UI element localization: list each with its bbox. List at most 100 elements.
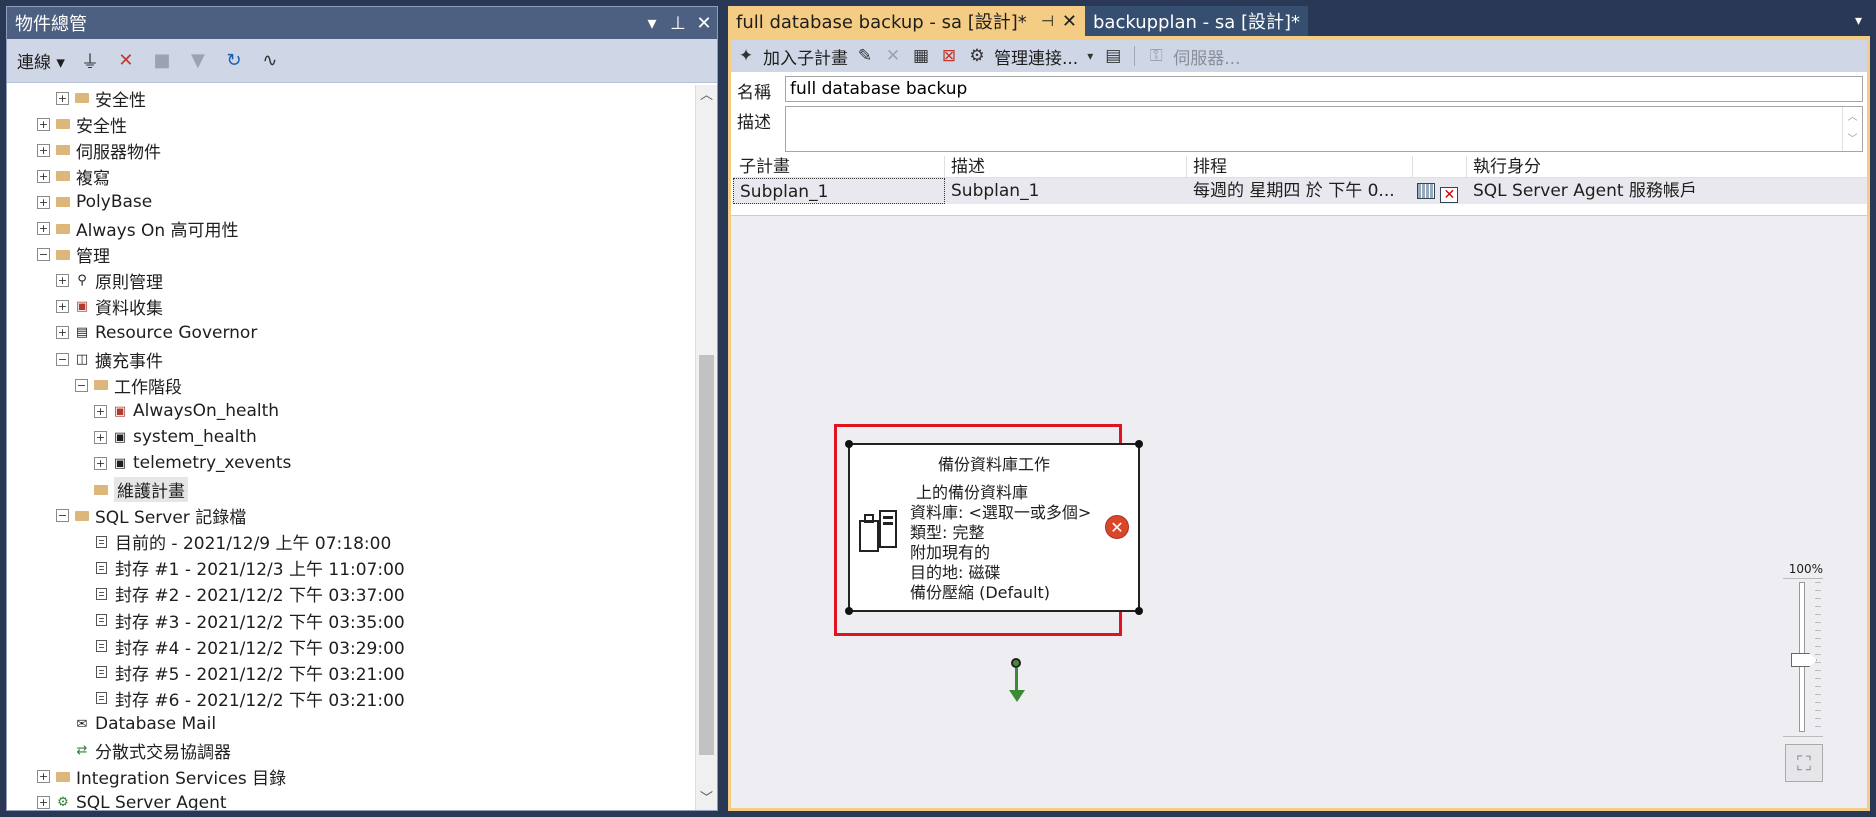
subplan-schedule-cell[interactable]: 每週的 星期四 於 下午 0... xyxy=(1187,178,1413,204)
expand-icon[interactable]: + xyxy=(37,770,50,784)
tree-item[interactable]: + ▣ 資料收集 xyxy=(56,294,163,320)
servers-button[interactable]: 伺服器... xyxy=(1173,44,1240,69)
expand-icon[interactable]: + xyxy=(37,117,50,131)
table-row[interactable]: Subplan_1 Subplan_1 每週的 星期四 於 下午 0... ✕ … xyxy=(733,178,1867,204)
zoom-to-fit-button[interactable]: ⛶ xyxy=(1785,744,1823,782)
connect-button[interactable]: 連線 ▾ xyxy=(17,48,65,73)
tree-item[interactable]: ✉ Database Mail xyxy=(56,711,217,737)
remove-schedule-icon[interactable]: ⊠ xyxy=(938,46,960,66)
tree-item[interactable]: + 安全性 xyxy=(56,85,146,111)
tree-item[interactable]: + ▣ telemetry_xevents xyxy=(94,450,291,476)
expand-icon[interactable]: + xyxy=(37,222,50,235)
tab-full-database-backup[interactable]: full database backup - sa [設計]* ⊣ ✕ xyxy=(728,6,1085,36)
subplan-schedule-icon[interactable]: ▦ xyxy=(910,46,932,66)
tree-item[interactable]: 封存 #2 - 2021/12/2 下午 03:37:00 xyxy=(75,581,405,607)
resize-handle[interactable] xyxy=(845,607,853,615)
filter-icon[interactable]: ▼ xyxy=(187,50,209,71)
collapse-icon[interactable]: − xyxy=(56,509,69,523)
resize-handle[interactable] xyxy=(1135,607,1143,615)
plan-name-input[interactable] xyxy=(785,76,1863,102)
subplan-description-cell[interactable]: Subplan_1 xyxy=(945,178,1187,204)
expand-icon[interactable]: + xyxy=(94,456,107,470)
tree-item[interactable]: + ▣ system_health xyxy=(94,424,257,450)
subplan-properties-icon[interactable]: ✎ xyxy=(854,46,876,66)
expand-icon[interactable]: + xyxy=(56,326,69,340)
subplan-run-as-cell[interactable]: SQL Server Agent 服務帳戶 xyxy=(1467,178,1797,204)
stop-icon[interactable]: ■ xyxy=(151,50,173,71)
tree-item[interactable]: − 管理 xyxy=(37,242,110,268)
expand-icon[interactable]: + xyxy=(37,169,50,183)
reporting-logging-icon[interactable]: ▤ xyxy=(1102,46,1124,66)
disconnect-plug-icon[interactable]: ✕ xyxy=(115,50,137,71)
backup-database-task[interactable]: 備份資料庫工作 上的備份資料庫 資料庫: <選取一或多個> 類型: 完整 附加現… xyxy=(845,440,1143,615)
calendar-icon[interactable] xyxy=(1417,183,1435,199)
tab-overflow-dropdown-icon[interactable]: ▾ xyxy=(1855,13,1870,29)
tree-item[interactable]: + PolyBase xyxy=(37,189,152,215)
auto-hide-pin-icon[interactable]: ⊥ xyxy=(665,13,691,34)
resize-handle[interactable] xyxy=(845,440,853,448)
tree-item[interactable]: + ▤ Resource Governor xyxy=(56,320,257,346)
close-icon[interactable]: ✕ xyxy=(691,13,717,34)
scroll-thumb[interactable] xyxy=(699,355,714,755)
connect-plug-icon[interactable]: ⏚ xyxy=(79,48,101,74)
delete-subplan-icon[interactable]: ✕ xyxy=(882,46,904,66)
precedence-connector-handle[interactable] xyxy=(1011,658,1021,668)
activity-monitor-icon[interactable]: ∿ xyxy=(259,50,281,71)
tree-item[interactable]: + ⚲ 原則管理 xyxy=(56,268,163,294)
tree-item[interactable]: + 安全性 xyxy=(37,111,127,137)
manage-connections-icon[interactable]: ⚙ xyxy=(966,46,988,66)
tree-item[interactable]: 封存 #4 - 2021/12/2 下午 03:29:00 xyxy=(75,633,405,659)
add-subplan-button[interactable]: 加入子計畫 xyxy=(763,44,848,69)
tree-item[interactable]: − 工作階段 xyxy=(75,372,182,398)
design-surface[interactable]: 備份資料庫工作 上的備份資料庫 資料庫: <選取一或多個> 類型: 完整 附加現… xyxy=(731,266,1867,808)
tree-item[interactable]: 維護計畫 xyxy=(75,477,188,503)
tree-item[interactable]: + ⚙ SQL Server Agent xyxy=(37,790,227,810)
column-header-description[interactable]: 描述 xyxy=(945,156,1187,177)
tree-item[interactable]: 目前的 - 2021/12/9 上午 07:18:00 xyxy=(75,529,391,555)
collapse-icon[interactable]: − xyxy=(56,352,69,366)
tree-item[interactable]: 封存 #1 - 2021/12/3 上午 11:07:00 xyxy=(75,555,405,581)
close-tab-icon[interactable]: ✕ xyxy=(1062,11,1077,32)
object-explorer-scrollbar[interactable]: ︿ ﹀ xyxy=(695,85,717,810)
manage-connections-dropdown-icon[interactable]: ▾ xyxy=(1084,49,1096,63)
expand-icon[interactable]: + xyxy=(56,274,69,288)
scroll-up-icon[interactable]: ︿ xyxy=(696,85,717,107)
subplan-cell[interactable]: Subplan_1 xyxy=(733,178,945,204)
collapse-icon[interactable]: − xyxy=(37,248,50,262)
expand-icon[interactable]: + xyxy=(56,300,69,314)
plan-description-input[interactable]: ︿ ﹀ xyxy=(785,106,1863,152)
tree-item[interactable]: ⇄ 分散式交易協調器 xyxy=(56,738,231,764)
zoom-slider-thumb[interactable] xyxy=(1791,653,1817,667)
tree-item[interactable]: − ◫ 擴充事件 xyxy=(56,346,163,372)
expand-icon[interactable]: + xyxy=(37,195,50,209)
tree-item[interactable]: 封存 #3 - 2021/12/2 下午 03:35:00 xyxy=(75,607,405,633)
expand-icon[interactable]: + xyxy=(94,430,107,444)
expand-icon[interactable]: + xyxy=(37,143,50,157)
column-header-subplan[interactable]: 子計畫 xyxy=(733,156,945,177)
remove-schedule-icon[interactable]: ✕ xyxy=(1440,187,1459,203)
tree-item[interactable]: + ▣ AlwaysOn_health xyxy=(94,398,279,424)
manage-connections-button[interactable]: 管理連接... xyxy=(994,44,1078,69)
refresh-icon[interactable]: ↻ xyxy=(223,50,245,71)
tree-item[interactable]: 封存 #5 - 2021/12/2 下午 03:21:00 xyxy=(75,659,405,685)
expand-icon[interactable]: + xyxy=(94,404,107,418)
window-position-dropdown-icon[interactable]: ▾ xyxy=(639,13,665,34)
servers-icon[interactable]: ⚿ xyxy=(1145,46,1167,66)
tree-item[interactable]: + Always On 高可用性 xyxy=(37,216,239,242)
add-subplan-icon[interactable]: ✦ xyxy=(735,46,757,66)
resize-handle[interactable] xyxy=(1135,440,1143,448)
column-header-run-as[interactable]: 執行身分 xyxy=(1467,156,1827,177)
tree-item[interactable]: + Integration Services 目錄 xyxy=(37,764,286,790)
tree-item[interactable]: − SQL Server 記錄檔 xyxy=(56,503,246,529)
collapse-icon[interactable]: − xyxy=(75,378,88,392)
tree-item[interactable]: + 伺服器物件 xyxy=(37,137,161,163)
expand-icon[interactable]: + xyxy=(37,796,50,810)
description-scrollbar[interactable]: ︿ ﹀ xyxy=(1842,107,1862,151)
tree-item[interactable]: 封存 #6 - 2021/12/2 下午 03:21:00 xyxy=(75,685,405,711)
column-header-schedule[interactable]: 排程 xyxy=(1187,156,1413,177)
scroll-down-icon[interactable]: ﹀ xyxy=(696,788,717,810)
tree-item[interactable]: + 複寫 xyxy=(37,163,110,189)
tab-backupplan[interactable]: backupplan - sa [設計]* xyxy=(1084,6,1309,36)
pin-icon[interactable]: ⊣ xyxy=(1041,12,1054,30)
precedence-arrow[interactable] xyxy=(1015,668,1018,692)
